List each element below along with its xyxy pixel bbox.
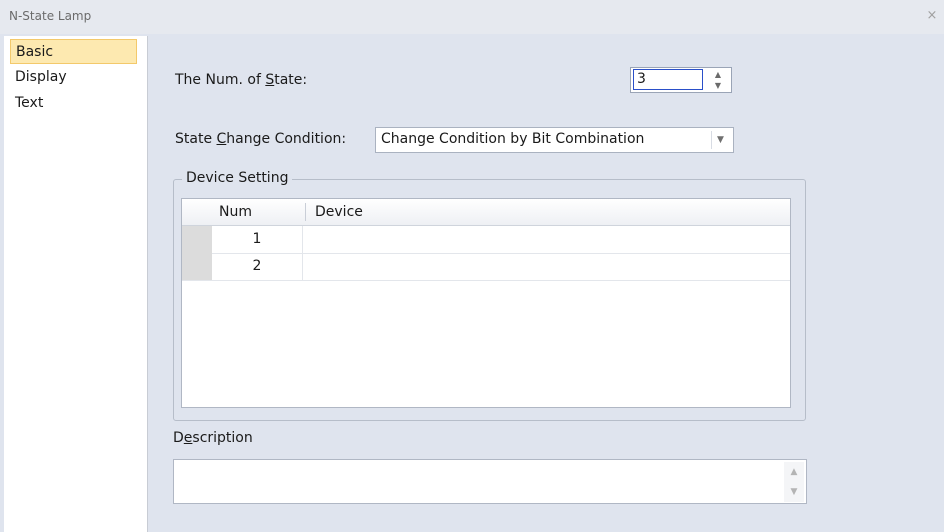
row-header[interactable] <box>182 253 212 280</box>
state-change-dropdown[interactable]: Change Condition by Bit Combination ▼ <box>375 127 734 153</box>
row-num-cell: 1 <box>212 226 303 253</box>
close-icon[interactable]: × <box>924 8 940 24</box>
grid-header: Num Device <box>182 199 790 226</box>
spin-up-icon[interactable]: ▲ <box>709 69 727 80</box>
sidebar-item-display[interactable]: Display <box>10 65 137 90</box>
category-sidebar: Basic Display Text <box>4 36 148 532</box>
spin-down-icon[interactable]: ▼ <box>709 80 727 91</box>
row-num-cell: 2 <box>212 253 303 280</box>
scroll-down-icon[interactable]: ▼ <box>784 482 804 502</box>
basic-panel: The Num. of State: 3 ▲ ▼ State Change Co… <box>148 36 944 532</box>
device-setting-title: Device Setting <box>182 170 293 186</box>
sidebar-item-text[interactable]: Text <box>10 91 137 116</box>
n-state-lamp-dialog: N-State Lamp × Basic Display Text The Nu… <box>0 0 944 532</box>
stepper-arrows: ▲ ▼ <box>709 69 727 91</box>
table-row[interactable]: 2 <box>182 253 790 281</box>
description-scrollbar[interactable]: ▲ ▼ <box>784 462 804 502</box>
num-states-input[interactable]: 3 <box>633 69 703 90</box>
row-header[interactable] <box>182 226 212 253</box>
column-header-device[interactable]: Device <box>315 204 363 220</box>
column-divider <box>305 203 306 221</box>
description-textarea[interactable]: ▲ ▼ <box>173 459 807 504</box>
description-label: Description <box>173 430 253 446</box>
chevron-down-icon[interactable]: ▼ <box>711 131 729 149</box>
scroll-up-icon[interactable]: ▲ <box>784 462 804 482</box>
column-header-num[interactable]: Num <box>219 204 252 220</box>
state-change-label: State Change Condition: <box>175 131 347 147</box>
table-row[interactable]: 1 <box>182 226 790 254</box>
sidebar-item-basic[interactable]: Basic <box>10 39 137 64</box>
window-title: N-State Lamp <box>9 9 92 23</box>
title-bar: N-State Lamp × <box>0 0 944 34</box>
num-states-label: The Num. of State: <box>175 72 308 88</box>
state-change-value: Change Condition by Bit Combination <box>381 131 645 147</box>
device-grid[interactable]: Num Device 1 2 <box>181 198 791 408</box>
num-states-stepper[interactable]: 3 ▲ ▼ <box>630 67 732 93</box>
